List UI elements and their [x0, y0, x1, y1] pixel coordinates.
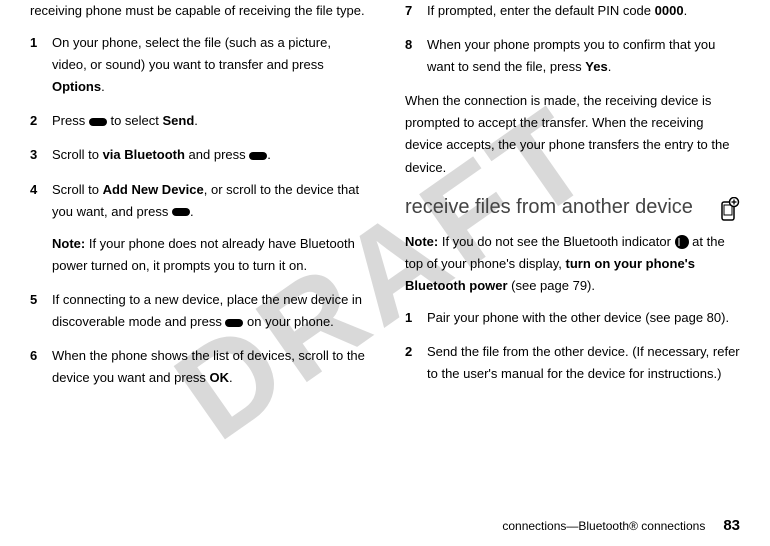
step-body: Send the file from the other device. (If…: [427, 341, 740, 385]
text: and press: [185, 147, 249, 162]
step-number: 4: [30, 179, 52, 277]
after-text: When the connection is made, the receivi…: [405, 90, 740, 178]
step-number: 7: [405, 0, 427, 22]
text: .: [101, 79, 105, 94]
ok-label: OK: [210, 370, 230, 385]
step-number: 2: [30, 110, 52, 132]
text: .: [608, 59, 612, 74]
options-label: Options: [52, 79, 101, 94]
via-bluetooth-label: via Bluetooth: [103, 147, 185, 162]
step-number: 8: [405, 34, 427, 78]
step-body: If connecting to a new device, place the…: [52, 289, 365, 333]
text: Press: [52, 113, 89, 128]
step-number: 1: [405, 307, 427, 329]
step-body: Scroll to Add New Device, or scroll to t…: [52, 179, 365, 277]
note-label: Note:: [52, 236, 85, 251]
step-body: When the phone shows the list of devices…: [52, 345, 365, 389]
note-label: Note:: [405, 234, 438, 249]
step-6: 6 When the phone shows the list of devic…: [30, 345, 365, 389]
step-number: 5: [30, 289, 52, 333]
step-number: 1: [30, 32, 52, 98]
bluetooth-indicator-icon: [675, 235, 689, 249]
step-4: 4 Scroll to Add New Device, or scroll to…: [30, 179, 365, 277]
section-title: receive files from another device: [405, 195, 706, 220]
receive-step-1: 1 Pair your phone with the other device …: [405, 307, 740, 329]
send-label: Send: [162, 113, 194, 128]
text: When the phone shows the list of devices…: [52, 348, 365, 385]
pin-code: 0000: [655, 3, 684, 18]
text: on your phone.: [243, 314, 333, 329]
step-number: 2: [405, 341, 427, 385]
center-key-icon: [249, 152, 267, 160]
page-number: 83: [723, 513, 740, 539]
step-4-note: Note: If your phone does not already hav…: [52, 233, 365, 277]
step-body: Scroll to via Bluetooth and press .: [52, 144, 365, 166]
section-note: Note: If you do not see the Bluetooth in…: [405, 231, 740, 297]
text: .: [684, 3, 688, 18]
text: .: [190, 204, 194, 219]
step-1: 1 On your phone, select the file (such a…: [30, 32, 365, 98]
text: .: [267, 147, 271, 162]
note-text: If your phone does not already have Blue…: [52, 236, 355, 273]
text: Scroll to: [52, 182, 103, 197]
step-body: Press to select Send.: [52, 110, 365, 132]
text: (see page 79).: [508, 278, 595, 293]
step-7: 7 If prompted, enter the default PIN cod…: [405, 0, 740, 22]
step-body: When your phone prompts you to confirm t…: [427, 34, 740, 78]
intro-text: receiving phone must be capable of recei…: [30, 0, 365, 22]
step-body: If prompted, enter the default PIN code …: [427, 0, 740, 22]
step-number: 3: [30, 144, 52, 166]
step-8: 8 When your phone prompts you to confirm…: [405, 34, 740, 78]
section-header-row: receive files from another device: [405, 195, 740, 223]
step-body: Pair your phone with the other device (s…: [427, 307, 740, 329]
text: Scroll to: [52, 147, 103, 162]
center-key-icon: [172, 208, 190, 216]
optional-feature-icon: [714, 197, 740, 223]
step-5: 5 If connecting to a new device, place t…: [30, 289, 365, 333]
page-footer: connections—Bluetooth® connections 83: [502, 513, 740, 539]
step-2: 2 Press to select Send.: [30, 110, 365, 132]
text: to select: [107, 113, 163, 128]
text: .: [229, 370, 233, 385]
text: When your phone prompts you to confirm t…: [427, 37, 715, 74]
right-column: 7 If prompted, enter the default PIN cod…: [405, 0, 740, 500]
left-column: receiving phone must be capable of recei…: [30, 0, 365, 500]
text: .: [194, 113, 198, 128]
step-body: On your phone, select the file (such as …: [52, 32, 365, 98]
page-content: receiving phone must be capable of recei…: [0, 0, 770, 500]
text: If you do not see the Bluetooth indicato…: [438, 234, 674, 249]
text: If prompted, enter the default PIN code: [427, 3, 655, 18]
step-number: 6: [30, 345, 52, 389]
yes-label: Yes: [585, 59, 607, 74]
footer-section: connections—Bluetooth® connections: [502, 516, 705, 536]
add-new-device-label: Add New Device: [103, 182, 204, 197]
center-key-icon: [89, 118, 107, 126]
step-3: 3 Scroll to via Bluetooth and press .: [30, 144, 365, 166]
text: On your phone, select the file (such as …: [52, 35, 331, 72]
receive-step-2: 2 Send the file from the other device. (…: [405, 341, 740, 385]
center-key-icon: [225, 319, 243, 327]
